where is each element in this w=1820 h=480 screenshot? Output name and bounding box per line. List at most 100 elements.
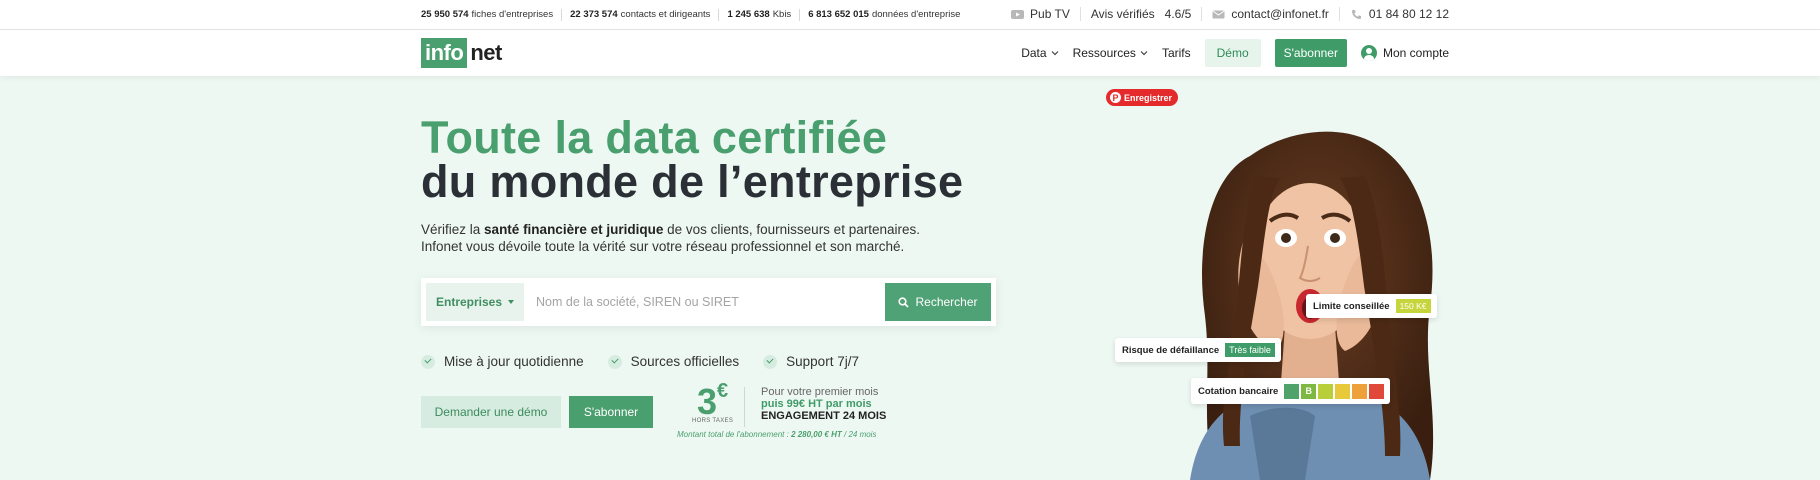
- hero-subscribe-button[interactable]: S'abonner: [569, 396, 653, 428]
- lead-line2: Infonet vous dévoile toute la vérité sur…: [421, 239, 905, 254]
- main-nav: info net Data Ressources Tarifs Démo S'a…: [0, 31, 1820, 76]
- rating-cell: [1284, 383, 1300, 399]
- offer-line2: puis 99€ HT par mois: [761, 398, 872, 410]
- nav-item-label: Ressources: [1072, 46, 1136, 60]
- stat-companies: 25 950 574 fiches d'entreprises: [421, 9, 561, 21]
- reviews-label: Avis vérifiés: [1090, 7, 1155, 21]
- check-icon: [607, 354, 622, 369]
- default-risk-label: Risque de défaillance: [1122, 344, 1220, 356]
- logo-net-text: net: [470, 40, 502, 65]
- pinterest-save-button[interactable]: P Enregistrer: [1106, 89, 1179, 106]
- demo-button[interactable]: Démo: [1204, 39, 1261, 67]
- top-stats-bar: 25 950 574 fiches d'entreprises 22 373 5…: [0, 0, 1820, 30]
- offer-line3: ENGAGEMENT 24 MOIS: [761, 410, 887, 422]
- nav-item-data[interactable]: Data: [1021, 39, 1059, 67]
- phone-icon: [1351, 9, 1361, 19]
- stat-value: 6 813 652 015: [808, 9, 869, 20]
- stat-kbis: 1 245 638 Kbis: [718, 9, 799, 21]
- email-label: contact@infonet.fr: [1231, 7, 1329, 21]
- search-bar: Entreprises Rechercher: [421, 278, 996, 326]
- search-input[interactable]: [531, 283, 883, 321]
- nav-item-tarifs[interactable]: Tarifs: [1162, 39, 1191, 67]
- total-prefix: Montant total de l'abonnement :: [677, 430, 789, 439]
- hero-title-line2: du monde de l’entreprise: [421, 156, 964, 207]
- search-button[interactable]: Rechercher: [885, 283, 991, 321]
- infonet-logo[interactable]: info net: [421, 38, 502, 68]
- chevron-down-icon: [1140, 51, 1148, 56]
- offer-details: Pour votre premier mois puis 99€ HT par …: [761, 386, 886, 422]
- email-link[interactable]: contact@infonet.fr: [1201, 7, 1339, 21]
- price-currency: €: [717, 380, 729, 402]
- stat-data: 6 813 652 015 données d'entreprise: [799, 9, 968, 21]
- logo-info-text: info: [421, 38, 468, 68]
- lead-prefix: Vérifiez la: [421, 222, 481, 237]
- features-list: Mise à jour quotidienne Sources officiel…: [421, 354, 883, 369]
- chevron-down-icon: [1051, 51, 1059, 56]
- credit-limit-card: Limite conseillée 150 K€: [1306, 294, 1437, 318]
- stats-list: 25 950 574 fiches d'entreprises 22 373 5…: [421, 9, 968, 21]
- mail-icon: [1212, 10, 1225, 18]
- pinterest-label: Enregistrer: [1124, 92, 1173, 103]
- hero-lead: Vérifiez la santé financière et juridiqu…: [421, 221, 920, 255]
- feature-item: Sources officielles: [607, 354, 739, 369]
- caret-down-icon: [508, 300, 515, 304]
- search-icon: [898, 296, 910, 308]
- user-icon: [1360, 45, 1377, 61]
- nav-item-ressources[interactable]: Ressources: [1073, 39, 1148, 67]
- nav-item-label: Data: [1021, 46, 1047, 60]
- credit-limit-label: Limite conseillée: [1313, 300, 1390, 312]
- stat-value: 25 950 574: [421, 9, 469, 20]
- phone-link[interactable]: 01 84 80 12 12: [1338, 7, 1449, 21]
- total-value: 2 280,00 € HT: [791, 430, 842, 439]
- account-label: Mon compte: [1382, 46, 1449, 60]
- price-tax-note: HORS TAXES: [692, 418, 734, 424]
- feature-item: Support 7j/7: [763, 354, 859, 369]
- hero-section: Toute la data certifiée du monde de l’en…: [0, 76, 1820, 480]
- stat-label: fiches d'entreprises: [471, 9, 554, 20]
- price-amount: 3: [696, 381, 718, 422]
- default-risk-card: Risque de défaillance Très faible: [1115, 338, 1281, 362]
- stat-label: données d'entreprise: [871, 9, 961, 20]
- rating-cell-active: B: [1300, 382, 1318, 400]
- check-icon: [421, 354, 435, 369]
- rating-cell: [1369, 383, 1385, 399]
- entity-type-select[interactable]: Entreprises: [426, 283, 524, 321]
- account-link[interactable]: Mon compte: [1360, 45, 1449, 61]
- reviews-score: 4.6/5: [1164, 7, 1192, 21]
- total-suffix: / 24 mois: [844, 430, 877, 439]
- lead-suffix: de vos clients, fournisseurs et partenai…: [667, 222, 920, 237]
- search-button-label: Rechercher: [915, 295, 978, 309]
- price-block: 3€ HORS TAXES: [692, 380, 734, 424]
- subscribe-button[interactable]: S'abonner: [1274, 39, 1347, 67]
- feature-item: Mise à jour quotidienne: [421, 354, 584, 369]
- subscription-total: Montant total de l'abonnement : 2 280,00…: [677, 430, 876, 439]
- stat-label: contacts et dirigeants: [620, 9, 711, 20]
- pinterest-icon: P: [1110, 92, 1121, 103]
- rating-cell: [1335, 383, 1351, 399]
- stat-value: 1 245 638: [727, 9, 770, 20]
- bank-rating-scale: B: [1284, 382, 1385, 400]
- rating-cell: [1318, 383, 1334, 399]
- rating-cell: [1352, 383, 1368, 399]
- stat-contacts: 22 373 574 contacts et dirigeants: [561, 9, 718, 21]
- reviews-link[interactable]: Avis vérifiés 4.6/5: [1079, 7, 1202, 21]
- top-links: Pub TV Avis vérifiés 4.6/5 contact@infon…: [1001, 7, 1449, 21]
- nav-menu: Data Ressources Tarifs Démo S'abonner Mo…: [1021, 39, 1449, 67]
- feature-label: Mise à jour quotidienne: [444, 354, 584, 369]
- surprised-woman-photo: [1190, 131, 1434, 480]
- video-play-icon: [1011, 9, 1025, 19]
- lead-bold: santé financière et juridique: [484, 222, 664, 237]
- select-value: Entreprises: [435, 295, 503, 309]
- phone-label: 01 84 80 12 12: [1368, 7, 1449, 21]
- pub-tv-label: Pub TV: [1030, 7, 1070, 21]
- price-divider: [744, 387, 745, 427]
- feature-label: Support 7j/7: [786, 354, 859, 369]
- check-icon: [763, 354, 778, 369]
- stat-label: Kbis: [772, 9, 792, 20]
- bank-rating-card: Cotation bancaire B: [1191, 378, 1391, 404]
- request-demo-button[interactable]: Demander une démo: [421, 396, 561, 428]
- pub-tv-link[interactable]: Pub TV: [1001, 7, 1080, 21]
- offer-line1: Pour votre premier mois: [761, 386, 879, 398]
- stat-value: 22 373 574: [570, 9, 618, 20]
- lead-line1: Vérifiez la santé financière et juridiqu…: [421, 221, 920, 238]
